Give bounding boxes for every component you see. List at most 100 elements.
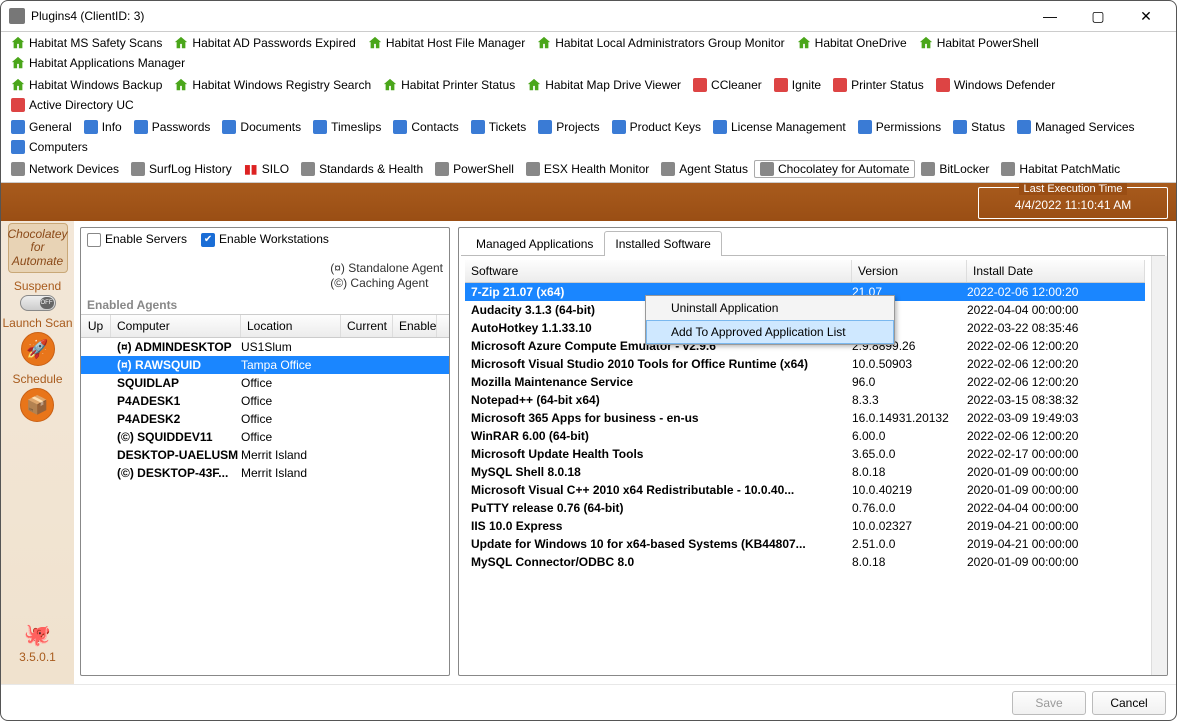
software-date: 2020-01-09 00:00:00 — [967, 465, 1145, 479]
tab-managed-applications[interactable]: Managed Applications — [465, 231, 604, 256]
maximize-button[interactable]: ▢ — [1076, 2, 1120, 30]
toolbar-icon — [11, 56, 25, 70]
toolbar-habitat-ad-passwords-expired[interactable]: Habitat AD Passwords Expired — [168, 34, 361, 52]
software-row[interactable]: Microsoft 365 Apps for business - en-us1… — [465, 409, 1145, 427]
software-name: MySQL Shell 8.0.18 — [465, 465, 852, 479]
launch-scan-item[interactable]: Launch Scan 🚀 — [2, 317, 72, 366]
toolbar: Habitat MS Safety ScansHabitat AD Passwo… — [1, 31, 1176, 183]
toolbar-habitat-onedrive[interactable]: Habitat OneDrive — [791, 34, 913, 52]
toolbar-bitlocker[interactable]: BitLocker — [915, 160, 995, 178]
agent-row[interactable]: SQUIDLAPOffice — [81, 374, 449, 392]
toolbar-status[interactable]: Status — [947, 118, 1011, 136]
agent-legend: (¤) Standalone Agent (©) Caching Agent — [330, 261, 443, 292]
software-date: 2020-01-09 00:00:00 — [967, 483, 1145, 497]
enable-workstations-checkbox[interactable]: ✔Enable Workstations — [201, 232, 329, 247]
toolbar-active-directory-uc[interactable]: Active Directory UC — [5, 96, 140, 114]
toolbar-habitat-windows-registry-search[interactable]: Habitat Windows Registry Search — [168, 76, 377, 94]
save-button[interactable]: Save — [1012, 691, 1086, 715]
agent-row[interactable]: P4ADESK2Office — [81, 410, 449, 428]
software-row[interactable]: IIS 10.0 Express10.0.023272019-04-21 00:… — [465, 517, 1145, 535]
toolbar-icon — [797, 36, 811, 50]
software-row[interactable]: WinRAR 6.00 (64-bit)6.00.02022-02-06 12:… — [465, 427, 1145, 445]
toolbar-printer-status[interactable]: Printer Status — [827, 76, 930, 94]
toolbar-permissions[interactable]: Permissions — [852, 118, 947, 136]
toolbar-habitat-map-drive-viewer[interactable]: Habitat Map Drive Viewer — [521, 76, 687, 94]
software-row[interactable]: Mozilla Maintenance Service96.02022-02-0… — [465, 373, 1145, 391]
toolbar-ccleaner[interactable]: CCleaner — [687, 76, 768, 94]
toolbar-silo[interactable]: ▮▮SILO — [238, 160, 295, 178]
tab-installed-software[interactable]: Installed Software — [604, 231, 721, 256]
last-execution-label: Last Execution Time — [1019, 183, 1126, 195]
schedule-item[interactable]: Schedule 📦 — [12, 372, 62, 422]
toolbar-esx-health-monitor[interactable]: ESX Health Monitor — [520, 160, 655, 178]
software-date: 2020-01-09 00:00:00 — [967, 555, 1145, 569]
titlebar: Plugins4 (ClientID: 3) — ▢ ✕ — [1, 1, 1176, 31]
toolbar-product-keys[interactable]: Product Keys — [606, 118, 707, 136]
software-row[interactable]: Update for Windows 10 for x64-based Syst… — [465, 535, 1145, 553]
toolbar-habitat-patchmatic[interactable]: Habitat PatchMatic — [995, 160, 1126, 178]
cancel-button[interactable]: Cancel — [1092, 691, 1166, 715]
suspend-toggle[interactable]: OFF — [20, 295, 56, 311]
agent-location: Merrit Island — [241, 466, 341, 480]
software-version: 3.65.0.0 — [852, 447, 967, 461]
toolbar-tickets[interactable]: Tickets — [465, 118, 533, 136]
software-date: 2022-02-06 12:00:20 — [967, 339, 1145, 353]
software-name: WinRAR 6.00 (64-bit) — [465, 429, 852, 443]
toolbar-habitat-applications-manager[interactable]: Habitat Applications Manager — [5, 54, 191, 72]
toolbar-habitat-ms-safety-scans[interactable]: Habitat MS Safety Scans — [5, 34, 168, 52]
toolbar-habitat-powershell[interactable]: Habitat PowerShell — [913, 34, 1045, 52]
minimize-button[interactable]: — — [1028, 2, 1072, 30]
toolbar-habitat-windows-backup[interactable]: Habitat Windows Backup — [5, 76, 168, 94]
toolbar-info[interactable]: Info — [78, 118, 128, 136]
enable-servers-checkbox[interactable]: Enable Servers — [87, 232, 187, 247]
toolbar-network-devices[interactable]: Network Devices — [5, 160, 125, 178]
toolbar-habitat-printer-status[interactable]: Habitat Printer Status — [377, 76, 521, 94]
toolbar-windows-defender[interactable]: Windows Defender — [930, 76, 1061, 94]
toolbar-ignite[interactable]: Ignite — [768, 76, 827, 94]
software-row[interactable]: PuTTY release 0.76 (64-bit)0.76.0.02022-… — [465, 499, 1145, 517]
toolbar-timeslips[interactable]: Timeslips — [307, 118, 387, 136]
agent-row[interactable]: (©) DESKTOP-43F...Merrit Island — [81, 464, 449, 482]
software-row[interactable]: Notepad++ (64-bit x64)8.3.32022-03-15 08… — [465, 391, 1145, 409]
suspend-item[interactable]: Suspend OFF — [14, 279, 61, 311]
toolbar-contacts[interactable]: Contacts — [387, 118, 464, 136]
menu-uninstall-application[interactable]: Uninstall Application — [646, 296, 894, 320]
toolbar-passwords[interactable]: Passwords — [128, 118, 217, 136]
toolbar-computers[interactable]: Computers — [5, 138, 94, 156]
close-button[interactable]: ✕ — [1124, 2, 1168, 30]
software-name: Update for Windows 10 for x64-based Syst… — [465, 537, 852, 551]
toolbar-managed-services[interactable]: Managed Services — [1011, 118, 1140, 136]
software-name: IIS 10.0 Express — [465, 519, 852, 533]
toolbar-icon — [11, 78, 25, 92]
menu-add-to-approved-list[interactable]: Add To Approved Application List — [646, 320, 894, 344]
toolbar-license-management[interactable]: License Management — [707, 118, 852, 136]
software-row[interactable]: Microsoft Visual C++ 2010 x64 Redistribu… — [465, 481, 1145, 499]
scrollbar[interactable] — [1151, 256, 1167, 675]
agent-row[interactable]: (¤) ADMINDESKTOPUS1Slum — [81, 338, 449, 356]
toolbar-projects[interactable]: Projects — [532, 118, 605, 136]
toolbar-habitat-local-administrators-group-monitor[interactable]: Habitat Local Administrators Group Monit… — [531, 34, 790, 52]
toolbar-icon: ▮▮ — [244, 162, 258, 176]
software-row[interactable]: MySQL Shell 8.0.188.0.182020-01-09 00:00… — [465, 463, 1145, 481]
toolbar-icon — [1001, 162, 1015, 176]
software-date: 2022-03-09 19:49:03 — [967, 411, 1145, 425]
software-name: Notepad++ (64-bit x64) — [465, 393, 852, 407]
toolbar-powershell[interactable]: PowerShell — [429, 160, 520, 178]
agent-location: Tampa Office — [241, 358, 341, 372]
toolbar-general[interactable]: General — [5, 118, 78, 136]
toolbar-surflog-history[interactable]: SurfLog History — [125, 160, 238, 178]
agent-location: US1Slum — [241, 340, 341, 354]
agent-row[interactable]: P4ADESK1Office — [81, 392, 449, 410]
toolbar-documents[interactable]: Documents — [216, 118, 307, 136]
software-version: 96.0 — [852, 375, 967, 389]
toolbar-standards-health[interactable]: Standards & Health — [295, 160, 429, 178]
software-row[interactable]: Microsoft Update Health Tools3.65.0.0202… — [465, 445, 1145, 463]
software-row[interactable]: Microsoft Visual Studio 2010 Tools for O… — [465, 355, 1145, 373]
software-row[interactable]: MySQL Connector/ODBC 8.08.0.182020-01-09… — [465, 553, 1145, 571]
agent-row[interactable]: (©) SQUIDDEV11Office — [81, 428, 449, 446]
toolbar-agent-status[interactable]: Agent Status — [655, 160, 754, 178]
agent-row[interactable]: (¤) RAWSQUIDTampa Office — [81, 356, 449, 374]
agent-row[interactable]: DESKTOP-UAELUSMMerrit Island — [81, 446, 449, 464]
toolbar-chocolatey-for-automate[interactable]: Chocolatey for Automate — [754, 160, 915, 178]
toolbar-habitat-host-file-manager[interactable]: Habitat Host File Manager — [362, 34, 531, 52]
